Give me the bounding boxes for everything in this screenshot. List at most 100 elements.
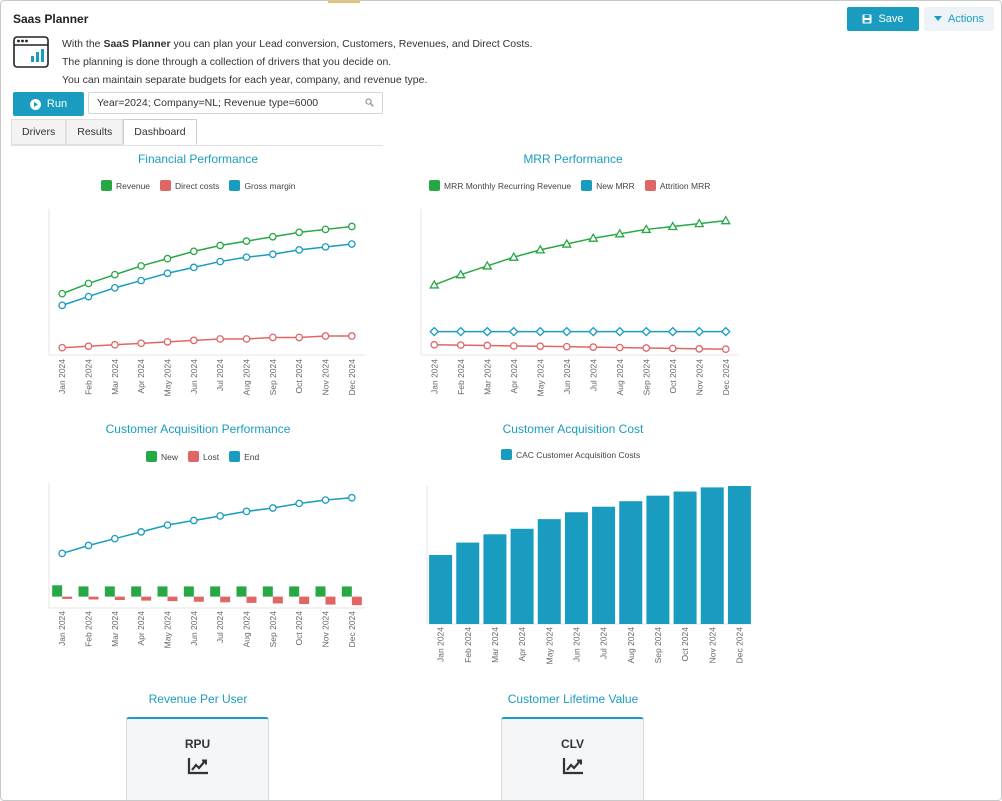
point-attrition-mrr-7	[615, 343, 624, 352]
tab-dashboard[interactable]: Dashboard	[123, 119, 197, 145]
legend-item-direct-costs[interactable]: Direct costs	[160, 180, 219, 191]
bar-cac-customer-acquisition-costs-0	[429, 555, 453, 624]
x-tick-label: Apr 2024	[136, 359, 146, 394]
point-new-mrr-11	[720, 326, 731, 337]
point-revenue-2	[110, 270, 119, 279]
run-button[interactable]: Run	[13, 92, 84, 116]
actions-button[interactable]: Actions	[924, 7, 994, 31]
cac-chart-legend: CAC Customer Acquisition Costs	[501, 449, 640, 460]
x-tick-label: Jul 2024	[215, 359, 225, 391]
bar-lost-10	[325, 596, 336, 605]
x-tick-label: Dec 2024	[347, 359, 357, 396]
tab-drivers[interactable]: Drivers	[11, 119, 67, 145]
legend-item-attrition-mrr[interactable]: Attrition MRR	[644, 180, 710, 191]
bar-new-9	[289, 586, 300, 597]
point-gross-margin-4	[163, 269, 172, 278]
app-window: Saas Planner Save Actions With the SaaS …	[0, 0, 1002, 801]
point-direct-costs-3	[137, 339, 146, 348]
bar-lost-2	[114, 596, 125, 601]
tab-results[interactable]: Results	[66, 119, 124, 145]
point-end-3	[137, 528, 146, 536]
point-new-mrr-0	[429, 326, 440, 337]
bar-cac-customer-acquisition-costs-7	[619, 501, 643, 624]
legend-item-new-mrr[interactable]: New MRR	[581, 180, 635, 191]
legend-item-mrr[interactable]: MRR Monthly Recurring Revenue	[429, 180, 571, 191]
bar-lost-11	[351, 596, 362, 606]
x-tick-label: Sep 2024	[641, 359, 651, 396]
point-revenue-11	[347, 222, 356, 231]
point-direct-costs-1	[84, 342, 93, 351]
legend-item-end[interactable]: End	[229, 451, 259, 462]
point-direct-costs-4	[163, 338, 172, 346]
series-line-attrition-mrr	[434, 344, 726, 350]
tab-bar: Drivers Results Dashboard	[11, 119, 197, 146]
point-attrition-mrr-8	[642, 344, 651, 352]
x-tick-label: Feb 2024	[463, 627, 473, 663]
point-gross-margin-7	[242, 253, 251, 262]
point-gross-margin-9	[295, 246, 304, 254]
point-end-10	[321, 496, 330, 504]
point-end-8	[268, 504, 277, 512]
point-revenue-4	[163, 254, 172, 263]
legend-item-revenue[interactable]: Revenue	[101, 180, 150, 191]
x-tick-label: Jan 2024	[429, 359, 439, 394]
x-tick-label: May 2024	[163, 611, 173, 649]
point-attrition-mrr-3	[509, 342, 518, 350]
point-attrition-mrr-0	[430, 340, 439, 349]
x-tick-label: Dec 2024	[734, 627, 744, 664]
rpu-card[interactable]: RPU	[126, 717, 269, 800]
x-tick-label: Oct 2024	[668, 359, 678, 394]
x-tick-label: Jul 2024	[215, 611, 225, 643]
search-icon[interactable]	[365, 98, 374, 107]
x-tick-label: Jun 2024	[571, 627, 581, 662]
point-gross-margin-11	[347, 240, 356, 248]
bar-new-0	[52, 585, 63, 597]
point-attrition-mrr-9	[668, 344, 677, 353]
actions-button-label: Actions	[947, 13, 985, 25]
intro-line-1: With the SaaS Planner you can plan your …	[62, 38, 533, 50]
app-title: Saas Planner	[13, 12, 89, 26]
point-gross-margin-3	[137, 276, 146, 285]
point-revenue-10	[321, 225, 330, 234]
legend-item-cac[interactable]: CAC Customer Acquisition Costs	[501, 449, 640, 460]
tab-divider	[11, 145, 383, 146]
point-revenue-3	[137, 262, 146, 270]
x-tick-label: Feb 2024	[84, 611, 94, 647]
x-tick-label: Nov 2024	[694, 359, 704, 396]
x-tick-label: Aug 2024	[626, 627, 636, 664]
x-tick-label: May 2024	[163, 359, 173, 397]
rpu-title: Revenue Per User	[148, 692, 248, 706]
intro-line-2: The planning is done through a collectio…	[62, 56, 392, 68]
point-end-9	[295, 499, 304, 508]
bar-new-1	[78, 586, 89, 597]
bar-new-4	[157, 586, 168, 597]
intro-product-name: SaaS Planner	[103, 38, 171, 50]
bar-cac-customer-acquisition-costs-1	[456, 542, 480, 624]
legend-item-gross-margin[interactable]: Gross margin	[229, 180, 295, 191]
point-attrition-mrr-2	[483, 341, 492, 350]
x-tick-label: May 2024	[544, 627, 554, 665]
save-button[interactable]: Save	[847, 7, 919, 31]
clv-label: CLV	[560, 737, 585, 751]
point-new-mrr-10	[694, 326, 705, 337]
bar-lost-1	[88, 596, 99, 600]
x-tick-label: Sep 2024	[268, 359, 278, 396]
point-revenue-5	[189, 247, 198, 256]
legend-item-lost[interactable]: Lost	[188, 451, 219, 462]
intro-line-3: You can maintain separate budgets for ea…	[62, 74, 428, 86]
bar-new-3	[131, 586, 142, 597]
x-tick-label: Apr 2024	[517, 627, 527, 662]
x-tick-label: Oct 2024	[294, 611, 304, 646]
parameters-input[interactable]: Year=2024; Company=NL; Revenue type=6000	[88, 92, 383, 114]
point-attrition-mrr-5	[562, 342, 571, 351]
point-gross-margin-1	[84, 292, 93, 301]
loading-indicator	[328, 1, 360, 3]
x-tick-label: Jan 2024	[436, 627, 446, 662]
clv-card[interactable]: CLV	[501, 717, 644, 800]
bar-lost-3	[141, 596, 152, 601]
clv-title: Customer Lifetime Value	[507, 692, 639, 706]
x-tick-label: Feb 2024	[456, 359, 466, 395]
bar-lost-0	[62, 596, 73, 599]
series-line-direct-costs	[62, 335, 352, 349]
legend-item-new[interactable]: New	[146, 451, 178, 462]
